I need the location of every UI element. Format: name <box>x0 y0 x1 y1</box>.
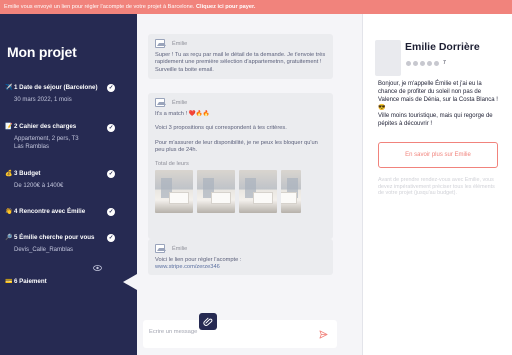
message-text: Super ! Tu as reçu par mail le détail de… <box>155 52 326 73</box>
rating-dot <box>420 60 425 66</box>
step-specs[interactable]: 📝 2 Cahier des charges Appartement, 2 pe… <box>5 123 117 151</box>
project-sidebar: Mon projet ✈️ 1 Date de séjour (Barcelon… <box>0 14 137 355</box>
rating-dot <box>413 60 418 66</box>
message-paragraph: Voici 3 propositions qui correspondent à… <box>155 125 287 132</box>
step-budget[interactable]: 💰 3 Budget De 1200€ à 1400€ <box>5 170 117 190</box>
image-icon <box>155 98 166 107</box>
step-label: 2 Cahier des charges <box>14 123 77 130</box>
paperclip-icon <box>203 317 213 326</box>
step-label: 4 Rencontre avec Émilie <box>14 208 86 215</box>
step-detail: De 1200€ à 1400€ <box>14 183 64 189</box>
apartment-photos <box>155 170 326 214</box>
step-label: 6 Paiement <box>14 278 47 285</box>
step-meeting[interactable]: 👋 4 Rencontre avec Émilie <box>5 208 117 215</box>
eye-icon[interactable] <box>93 265 102 273</box>
rating-dot <box>434 60 439 66</box>
apartment-photo[interactable] <box>239 170 277 214</box>
message-input[interactable] <box>149 329 309 335</box>
memo-icon: 📝 <box>5 124 13 130</box>
step-detail[interactable]: Devis_Calle_Ramblas <box>5 246 117 254</box>
banner-text: Emilie vous envoyé un lien pour régler l… <box>4 4 195 10</box>
step-payment[interactable]: 💳 6 Paiement <box>5 278 117 285</box>
card-icon: 💳 <box>5 279 13 285</box>
rating-dot <box>427 60 432 66</box>
agent-bio: Bonjour, je m'appelle Émilie et j'ai eu … <box>378 81 498 127</box>
magnifier-icon: 🔎 <box>5 235 13 241</box>
apartment-photo[interactable] <box>281 170 301 214</box>
plane-icon: ✈️ <box>5 85 13 91</box>
rating: 7 <box>406 60 446 66</box>
message-composer <box>143 320 337 348</box>
chat-message: Émilie Super ! Tu as reçu par mail le dé… <box>148 34 333 79</box>
step-detail: Appartement, 2 pers, T3 Las Ramblas <box>14 136 79 150</box>
step-detail: 30 mars 2022, 1 mois <box>14 97 72 103</box>
image-icon <box>155 244 166 253</box>
money-icon: 💰 <box>5 171 13 177</box>
message-author: Émilie <box>172 99 188 106</box>
payment-banner: Emilie vous envoyé un lien pour régler l… <box>0 0 512 14</box>
message-paragraph: It's a match ! ❤️🔥🔥 <box>155 111 210 117</box>
message-text: It's a match ! ❤️🔥🔥 Voici 3 propositions… <box>155 111 326 166</box>
step-label: 5 Émilie cherche pour vous <box>14 234 95 241</box>
sidebar-title: Mon projet <box>7 44 77 60</box>
message-paragraph: Pour m'assurer de leur disponibilité, je… <box>155 139 318 153</box>
chat-panel: Émilie Super ! Tu as reçu par mail le dé… <box>137 14 362 355</box>
agent-profile: Emilie Dorrière 7 Bonjour, je m'appelle … <box>362 14 512 355</box>
step-label: 3 Budget <box>14 170 41 177</box>
stripe-link[interactable]: www.stripe.com/zerze346 <box>155 264 326 270</box>
avatar <box>375 40 401 76</box>
check-icon: ✓ <box>107 234 115 242</box>
message-author: Émilie <box>172 245 188 252</box>
message-text: Voici le lien pour régler l'acompte : <box>155 257 242 263</box>
image-icon <box>155 39 166 48</box>
attach-button[interactable] <box>199 313 217 330</box>
apartment-photo[interactable] <box>155 170 193 214</box>
send-icon[interactable] <box>319 330 328 339</box>
check-icon: ✓ <box>107 84 115 92</box>
wave-icon: 👋 <box>5 209 13 215</box>
chat-message: Émilie Voici le lien pour régler l'acomp… <box>148 239 333 276</box>
check-icon: ✓ <box>107 124 115 132</box>
active-step-indicator <box>123 274 137 290</box>
apartment-photo[interactable] <box>197 170 235 214</box>
step-search[interactable]: 🔎 5 Émilie cherche pour vous Devis_Calle… <box>5 234 117 254</box>
chat-message: Émilie It's a match ! ❤️🔥🔥 Voici 3 propo… <box>148 93 333 239</box>
check-icon: ✓ <box>107 170 115 178</box>
pay-link[interactable]: Cliquez ici pour payer. <box>196 4 255 10</box>
about-agent-button[interactable]: En savoir plus sur Emilie <box>378 142 498 168</box>
agent-name: Emilie Dorrière <box>405 41 480 53</box>
check-icon: ✓ <box>107 208 115 216</box>
booking-note: Avant de prendre rendez-vous avec Emilie… <box>378 177 495 197</box>
rating-count: 7 <box>443 60 446 66</box>
step-label: 1 Date de séjour (Barcelone) <box>14 84 98 91</box>
rating-dot <box>406 60 411 66</box>
message-author: Émilie <box>172 40 188 47</box>
message-paragraph: Total de leurs <box>155 161 189 167</box>
step-date[interactable]: ✈️ 1 Date de séjour (Barcelone) 30 mars … <box>5 84 117 104</box>
